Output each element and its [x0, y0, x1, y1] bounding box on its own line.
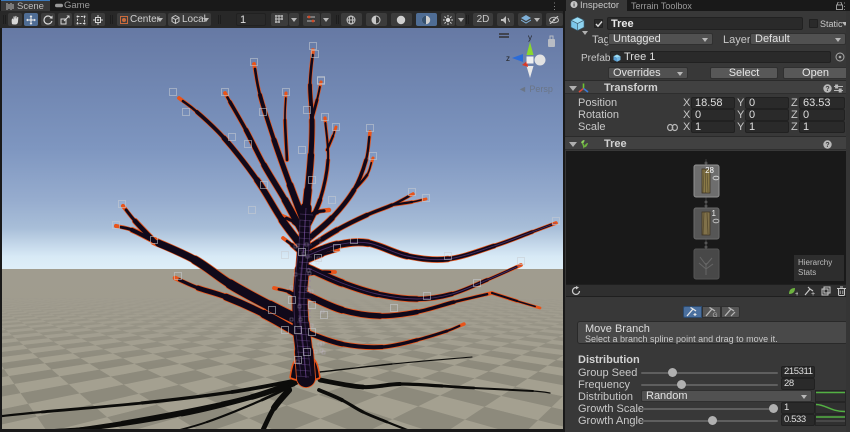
- svg-text:+: +: [795, 291, 798, 296]
- svg-text:?: ?: [825, 86, 829, 93]
- svg-text:?: ?: [825, 142, 829, 149]
- svg-text:Hierarchy: Hierarchy: [798, 258, 832, 267]
- svg-text:+: +: [811, 291, 815, 296]
- svg-text:y: y: [528, 33, 532, 42]
- svg-text:G: G: [713, 312, 718, 317]
- svg-text:1: 1: [712, 209, 717, 218]
- svg-text:Stats: Stats: [798, 268, 816, 277]
- svg-text:z: z: [506, 54, 510, 63]
- svg-text:◄ Persp: ◄ Persp: [518, 84, 553, 94]
- svg-text:28: 28: [705, 166, 714, 175]
